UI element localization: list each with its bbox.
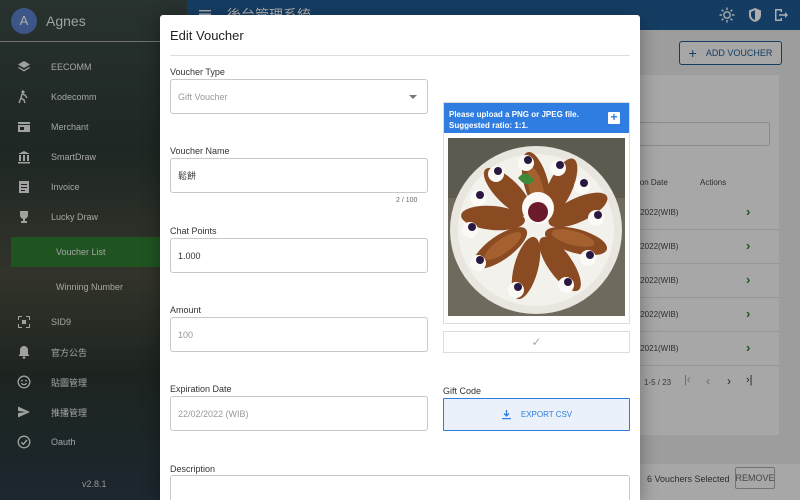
amount-value: 100 — [178, 329, 194, 340]
dialog-title: Edit Voucher — [170, 28, 244, 43]
voucher-name-label: Voucher Name — [170, 146, 230, 156]
amount-input[interactable]: 100 — [170, 317, 428, 352]
chat-points-label: Chat Points — [170, 226, 217, 236]
upload-hint-1: Please upload a PNG or JPEG file. — [449, 110, 579, 119]
voucher-name-input[interactable]: 鬆餅 — [170, 158, 428, 193]
download-icon — [501, 410, 511, 420]
expiration-date-value: 22/02/2022 (WIB) — [178, 408, 249, 419]
expiration-date-label: Expiration Date — [170, 384, 232, 394]
export-csv-label: EXPORT CSV — [520, 410, 573, 419]
voucher-type-value: Gift Voucher — [178, 91, 228, 102]
confirm-image-button[interactable]: ✓ — [443, 331, 630, 353]
description-input[interactable] — [170, 475, 630, 500]
description-label: Description — [170, 464, 216, 474]
voucher-image — [448, 138, 625, 316]
add-image-icon[interactable]: + — [608, 111, 620, 124]
check-icon: ✓ — [531, 335, 542, 349]
image-upload-panel: Please upload a PNG or JPEG file. Sugges… — [443, 102, 630, 324]
voucher-type-label: Voucher Type — [170, 67, 225, 77]
amount-label: Amount — [170, 305, 202, 315]
upload-header: Please upload a PNG or JPEG file. Sugges… — [444, 103, 629, 133]
voucher-name-value: 鬆餅 — [178, 171, 197, 181]
char-counter: 2 / 100 — [396, 197, 418, 204]
voucher-type-select[interactable]: Gift Voucher — [170, 79, 428, 114]
expiration-date-input[interactable]: 22/02/2022 (WIB) — [170, 396, 428, 431]
edit-voucher-dialog: Edit Voucher Voucher Type Gift Voucher V… — [160, 15, 640, 500]
upload-hint-2: Suggested ratio: 1:1. — [449, 121, 529, 130]
gift-code-label: Gift Code — [443, 386, 482, 396]
export-csv-button[interactable]: EXPORT CSV — [443, 398, 630, 431]
chevron-down-icon — [409, 95, 417, 99]
chat-points-value: 1.000 — [178, 250, 201, 261]
chat-points-input[interactable]: 1.000 — [170, 238, 428, 273]
divider — [170, 55, 630, 56]
